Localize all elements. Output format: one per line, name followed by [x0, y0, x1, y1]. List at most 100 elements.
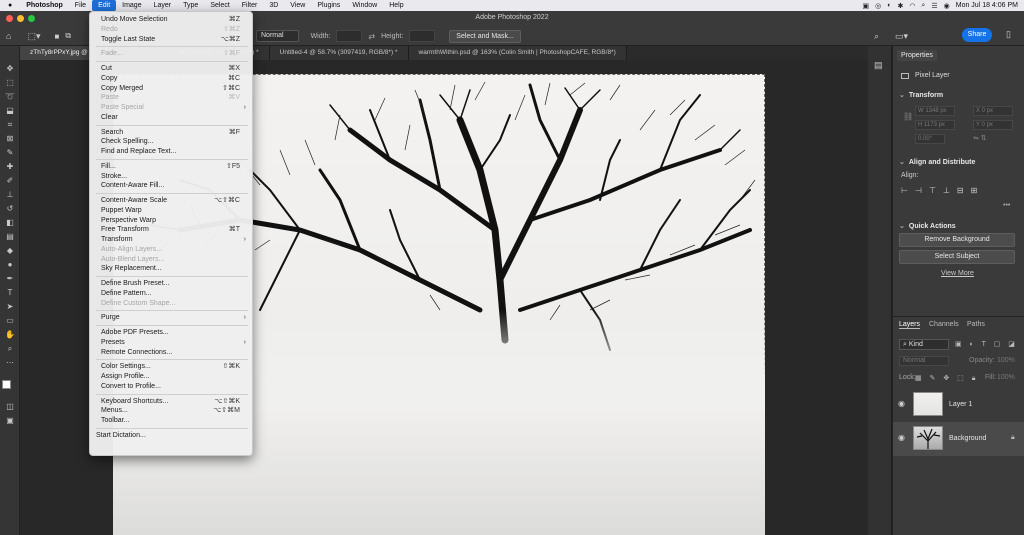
lock-icons[interactable]: ▦ ✎ ✥ ⬚ 🔒︎: [915, 374, 978, 383]
flip-icons[interactable]: ⇋ ⇅: [973, 134, 987, 142]
menu-type[interactable]: Type: [177, 0, 204, 11]
object-select-tool-icon[interactable]: ⬓: [3, 106, 17, 116]
clone-stamp-icon[interactable]: ⊥: [3, 190, 17, 200]
width-input[interactable]: [336, 30, 363, 42]
layer-name[interactable]: Background: [949, 435, 986, 442]
link-icon[interactable]: ⛓: [903, 112, 913, 121]
menu-layer[interactable]: Layer: [148, 0, 178, 11]
menu-edit[interactable]: Edit: [92, 0, 117, 11]
blend-mode-select[interactable]: Normal: [899, 356, 949, 366]
menu-item-cut[interactable]: Cut ⌘X: [90, 64, 254, 74]
home-icon[interactable]: ⌂: [6, 31, 11, 41]
opacity-value[interactable]: 100%: [997, 357, 1015, 364]
menu-item-convert-to-profile[interactable]: Convert to Profile...: [90, 382, 254, 392]
tab-paths[interactable]: Paths: [967, 321, 985, 328]
menu-item-search[interactable]: Search ⌘F: [90, 128, 254, 138]
lock-icon[interactable]: 🔒︎: [1011, 434, 1015, 442]
visibility-eye-icon[interactable]: ◉: [898, 399, 905, 408]
zoom-tool-icon[interactable]: ⌕: [3, 344, 17, 354]
menu-file[interactable]: File: [69, 0, 92, 11]
eraser-tool-icon[interactable]: ◧: [3, 218, 17, 228]
foreground-color-swatch[interactable]: [2, 380, 11, 389]
wifi-icon[interactable]: ◠: [909, 2, 915, 10]
menu-item-content-aware-fill[interactable]: Content-Aware Fill...: [90, 181, 254, 191]
workspace-layout-icon[interactable]: ▯: [1006, 29, 1011, 40]
tab-warmth-within[interactable]: warmthWithin.psd @ 163% (Colin Smith | P…: [408, 46, 627, 60]
menu-item-adobe-pdf-presets[interactable]: Adobe PDF Presets...: [90, 328, 254, 338]
style-select[interactable]: Normal: [256, 30, 299, 42]
siri-icon[interactable]: ◉: [944, 2, 950, 10]
menu-item-start-dictation[interactable]: Start Dictation...: [90, 431, 254, 441]
menu-item-remote-connections[interactable]: Remote Connections...: [90, 348, 254, 358]
dodge-tool-icon[interactable]: ●: [3, 260, 17, 270]
menu-select[interactable]: Select: [204, 0, 235, 11]
align-buttons[interactable]: ⊢⊣⊤⊥⊟⊞: [901, 186, 984, 195]
layer-filter-select[interactable]: ⌕ Kind: [899, 339, 949, 350]
gradient-tool-icon[interactable]: ▤: [3, 232, 17, 242]
menu-view[interactable]: View: [284, 0, 311, 11]
menu-3d[interactable]: 3D: [263, 0, 284, 11]
menu-item-toggle-last-state[interactable]: Toggle Last State ⌥⌘Z: [90, 35, 254, 45]
creative-cloud-icon[interactable]: ◎: [875, 2, 881, 10]
menu-help[interactable]: Help: [383, 0, 409, 11]
tab-document-1[interactable]: zThTy8rPPxY.jpg @: [20, 46, 99, 60]
menu-item-copy-merged[interactable]: Copy Merged ⇧⌘C: [90, 84, 254, 94]
swap-icon[interactable]: ⇄: [368, 32, 375, 41]
path-select-icon[interactable]: ➤: [3, 302, 17, 312]
marquee-tool-preset-icon[interactable]: ⬚▾: [27, 31, 40, 42]
menu-item-define-pattern[interactable]: Define Pattern...: [90, 289, 254, 299]
height-input[interactable]: [409, 30, 436, 42]
menu-item-undo-move-selection[interactable]: Undo Move Selection ⌘Z: [90, 15, 254, 25]
tab-layers[interactable]: Layers: [899, 321, 921, 329]
remove-background-button[interactable]: Remove Background: [899, 233, 1015, 247]
filter-icons[interactable]: ▣ ◐ T ▢ ◪: [955, 340, 1018, 348]
pen-tool-icon[interactable]: ✒: [3, 274, 17, 284]
hand-tool-icon[interactable]: ✋: [3, 330, 17, 340]
menu-filter[interactable]: Filter: [236, 0, 264, 11]
menu-item-check-spelling[interactable]: Check Spelling...: [90, 137, 254, 147]
menu-item-keyboard-shortcuts[interactable]: Keyboard Shortcuts... ⌥⇧⌘K: [90, 397, 254, 407]
blur-tool-icon[interactable]: ◆: [3, 246, 17, 256]
bluetooth-icon[interactable]: ✱: [897, 2, 903, 10]
menu-item-sky-replacement[interactable]: Sky Replacement...: [90, 264, 254, 274]
select-and-mask-button[interactable]: Select and Mask...: [449, 29, 521, 43]
healing-brush-icon[interactable]: ✚: [3, 162, 17, 172]
messages-icon[interactable]: ◐: [887, 2, 891, 9]
view-more-link[interactable]: View More: [941, 270, 974, 277]
menu-photoshop[interactable]: Photoshop: [20, 0, 69, 11]
menu-window[interactable]: Window: [346, 0, 383, 11]
share-button[interactable]: Share: [962, 28, 992, 42]
search-icon[interactable]: ⌕: [874, 31, 879, 42]
layer-row-layer-1[interactable]: ◉ Layer 1: [893, 388, 1024, 422]
width-field[interactable]: W 1348 px: [915, 106, 955, 116]
menu-item-presets[interactable]: Presets ›: [90, 338, 254, 348]
menu-item-content-aware-scale[interactable]: Content-Aware Scale ⌥⇧⌘C: [90, 196, 254, 206]
select-subject-button[interactable]: Select Subject: [899, 250, 1015, 264]
menu-item-menus[interactable]: Menus... ⌥⇧⌘M: [90, 406, 254, 416]
apple-icon[interactable]: ●: [0, 0, 20, 11]
visibility-eye-icon[interactable]: ◉: [898, 433, 905, 442]
quick-mask-icon[interactable]: ◫: [3, 402, 17, 412]
workspace-icon[interactable]: ▭▾: [895, 31, 908, 42]
screen-mode-icon[interactable]: ▣: [3, 416, 17, 426]
history-brush-icon[interactable]: ↺: [3, 204, 17, 214]
transform-section-header[interactable]: ⌄ Transform: [899, 91, 943, 99]
menu-item-clear[interactable]: Clear: [90, 113, 254, 123]
menu-item-perspective-warp[interactable]: Perspective Warp: [90, 216, 254, 226]
menu-item-free-transform[interactable]: Free Transform ⌘T: [90, 225, 254, 235]
more-options-icon[interactable]: •••: [1003, 202, 1010, 209]
quick-actions-header[interactable]: ⌄ Quick Actions: [899, 222, 956, 230]
menu-item-color-settings[interactable]: Color Settings... ⇧⌘K: [90, 362, 254, 372]
menu-image[interactable]: Image: [116, 0, 147, 11]
frame-tool-icon[interactable]: ⊠: [3, 134, 17, 144]
crop-tool-icon[interactable]: ⌗: [3, 120, 17, 130]
x-field[interactable]: X 0 px: [973, 106, 1013, 116]
type-tool-icon[interactable]: T: [3, 288, 17, 298]
height-field[interactable]: H 1173 px: [915, 120, 955, 130]
menu-item-puppet-warp[interactable]: Puppet Warp: [90, 206, 254, 216]
brush-tool-icon[interactable]: ✐: [3, 176, 17, 186]
tab-channels[interactable]: Channels: [929, 321, 959, 328]
y-field[interactable]: Y 0 px: [973, 120, 1013, 130]
new-selection-icon[interactable]: ■: [54, 32, 59, 41]
layer-row-background[interactable]: ◉ Background 🔒︎: [893, 422, 1024, 456]
